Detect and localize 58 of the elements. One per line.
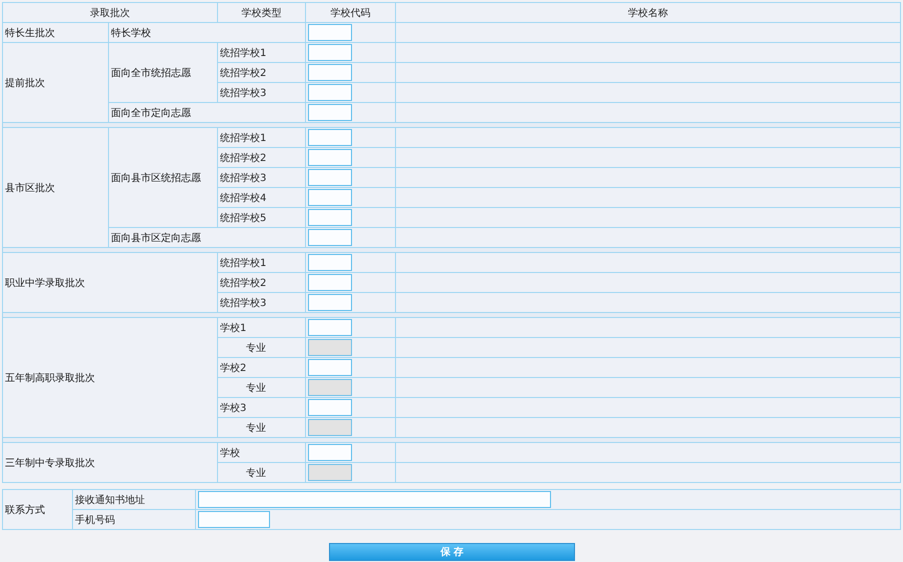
phone-field[interactable]: [198, 511, 270, 528]
school-code-field[interactable]: [308, 319, 352, 336]
school-type-label: 统招学校4: [220, 192, 266, 204]
school-type-label: 学校3: [220, 402, 246, 414]
school-code-field[interactable]: [308, 104, 352, 121]
group-label: 面向县市区定向志愿: [111, 232, 201, 244]
school-code-field[interactable]: [308, 24, 352, 41]
group-label: 特长学校: [111, 28, 151, 38]
school-code-field[interactable]: [308, 149, 352, 166]
school-code-field[interactable]: [308, 274, 352, 291]
school-type-label: 统招学校3: [220, 88, 266, 98]
column-header: 学校类型: [242, 8, 282, 18]
school-type-label: 学校1: [220, 322, 246, 334]
group-label: 面向全市统招志愿: [111, 68, 191, 78]
school-code-field[interactable]: [308, 229, 352, 246]
school-code-field[interactable]: [308, 294, 352, 311]
group-label: 面向全市定向志愿: [111, 108, 191, 118]
school-code-field[interactable]: [308, 64, 352, 81]
school-code-field[interactable]: [308, 129, 352, 146]
column-header: 录取批次: [90, 8, 130, 18]
contact-label: 联系方式: [5, 504, 45, 516]
school-type-label: 专业: [245, 468, 266, 478]
address-field[interactable]: [198, 491, 551, 508]
school-type-label: 统招学校2: [220, 68, 266, 78]
school-type-label: 专业: [245, 342, 266, 354]
batch-label: 职业中学录取批次: [5, 278, 85, 288]
school-type-label: 统招学校3: [220, 298, 266, 308]
school-code-field[interactable]: [308, 189, 352, 206]
school-type-label: 学校2: [220, 362, 246, 374]
school-type-label: 统招学校1: [220, 48, 266, 58]
school-type-label: 统招学校1: [220, 132, 266, 144]
field-label: 接收通知书地址: [75, 494, 145, 506]
school-type-label: 专业: [245, 382, 266, 394]
school-type-label: 统招学校2: [220, 278, 266, 288]
school-type-label: 统招学校2: [220, 152, 266, 164]
batch-label: 县市区批次: [5, 182, 55, 194]
batch-label: 特长生批次: [5, 28, 55, 38]
column-header: 学校代码: [330, 8, 370, 18]
save-button[interactable]: 保 存: [329, 543, 575, 561]
batch-label: 提前批次: [5, 78, 45, 88]
school-code-field[interactable]: [308, 359, 352, 376]
school-code-field[interactable]: [308, 399, 352, 416]
school-type-label: 统招学校3: [220, 172, 266, 184]
school-type-label: 统招学校1: [220, 258, 266, 268]
school-type-label: 统招学校5: [220, 212, 266, 224]
column-header: 学校名称: [628, 8, 668, 18]
school-code-field[interactable]: [308, 169, 352, 186]
school-type-label: 专业: [245, 422, 266, 434]
school-code-field[interactable]: [308, 444, 352, 461]
batch-label: 五年制高职录取批次: [5, 372, 95, 384]
school-code-field[interactable]: [308, 209, 352, 226]
school-code-field[interactable]: [308, 254, 352, 271]
group-label: 面向县市区统招志愿: [111, 172, 201, 184]
school-code-field[interactable]: [308, 44, 352, 61]
batch-label: 三年制中专录取批次: [5, 458, 95, 468]
field-label: 手机号码: [75, 514, 115, 526]
school-type-label: 学校: [220, 448, 240, 458]
school-code-field[interactable]: [308, 84, 352, 101]
